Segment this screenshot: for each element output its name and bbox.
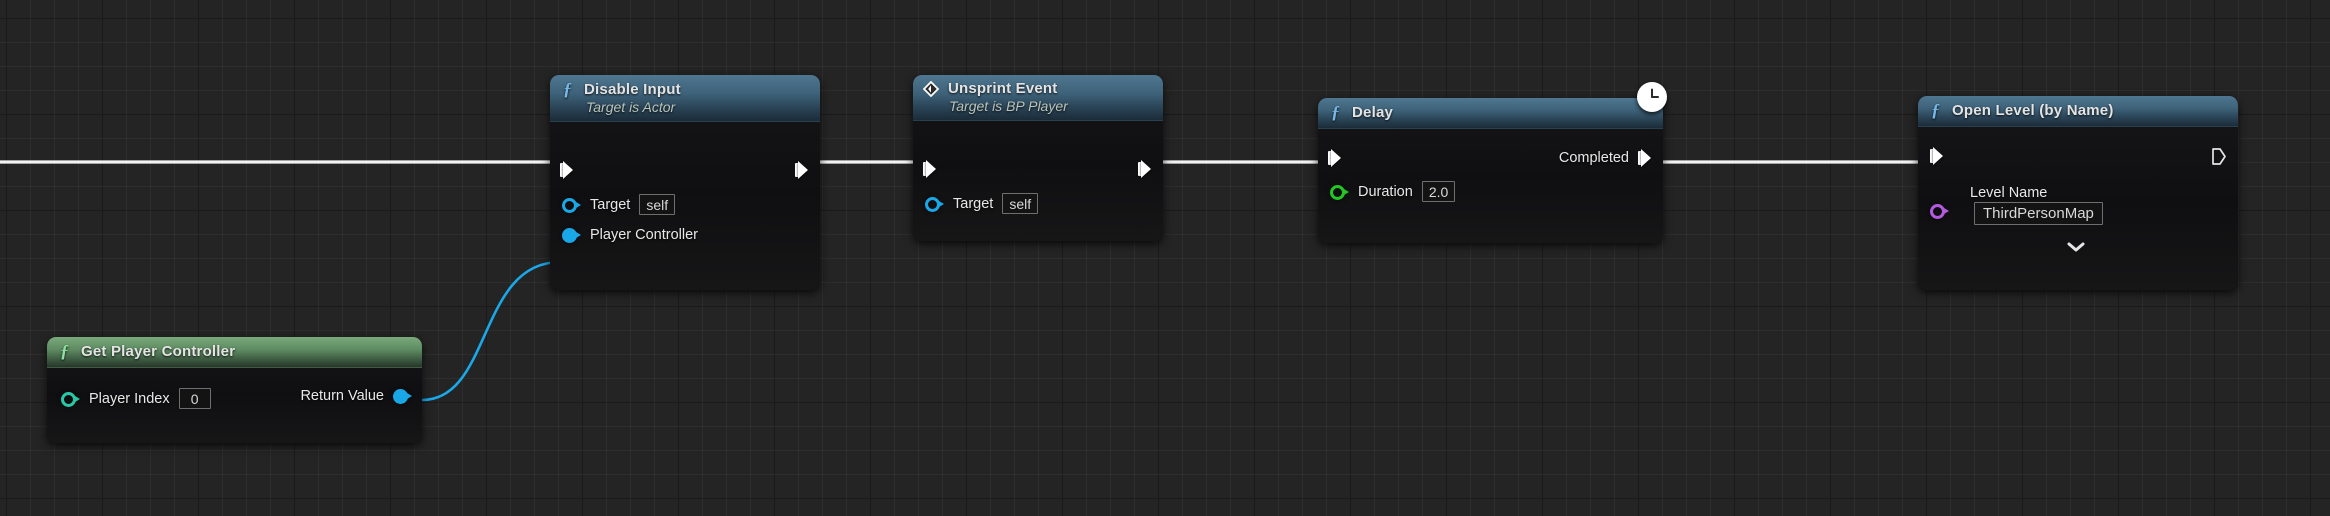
player-controller-pin[interactable] [562,228,581,243]
node-get-player-controller[interactable]: ƒ Get Player Controller Player Index 0 R… [47,337,422,443]
duration-value-field[interactable]: 2.0 [1421,181,1456,202]
function-f-icon: ƒ [60,341,69,361]
node-title-text: Open Level (by Name) [1952,101,2114,119]
chevron-down-icon[interactable] [2066,239,2086,256]
player-index-value-field[interactable]: 0 [178,388,211,409]
node-disable-input[interactable]: ƒ Disable Input Target is Actor Target s… [550,75,820,290]
target-pin[interactable] [562,197,581,213]
function-f-icon: ƒ [563,79,572,99]
node-title-bar[interactable]: ƒ Delay [1318,98,1663,129]
node-subtitle-text: Target is Actor [586,99,676,115]
exec-out-pin[interactable] [795,160,810,180]
exec-in-pin[interactable] [1328,148,1343,168]
event-diamond-icon [922,80,940,97]
node-subtitle-text: Target is BP Player [949,98,1068,114]
exec-out-completed-pin[interactable] [1638,148,1653,168]
node-unsprint-event[interactable]: Unsprint Event Target is BP Player Targe… [913,75,1163,241]
node-title-bar[interactable]: Unsprint Event Target is BP Player [913,75,1163,121]
target-value-field[interactable]: self [639,194,676,215]
exec-out-pin[interactable] [1138,159,1153,179]
node-title-bar[interactable]: ƒ Disable Input Target is Actor [550,75,820,122]
exec-in-pin[interactable] [923,159,938,179]
duration-pin[interactable] [1330,184,1349,200]
node-title-text: Unsprint Event [948,80,1058,97]
function-f-icon: ƒ [1931,100,1940,120]
level-name-pin[interactable] [1930,204,1949,219]
exec-in-pin[interactable] [1930,146,1945,166]
player-index-label: Player Index [89,390,170,407]
object-wire-controller [421,260,561,402]
target-label: Target [953,195,994,212]
node-title-text: Get Player Controller [81,342,236,360]
blueprint-graph-canvas[interactable]: ƒ Disable Input Target is Actor Target s… [0,0,2330,516]
clock-icon [1637,82,1667,112]
exec-out-pin[interactable] [2211,147,2226,166]
level-name-value-field[interactable]: ThirdPersonMap [1974,202,2103,225]
duration-label: Duration [1358,183,1413,200]
level-name-label: Level Name [1970,185,2048,201]
node-title-text: Disable Input [584,80,681,98]
node-delay[interactable]: ƒ Delay Completed Duration 2.0 [1318,98,1663,243]
node-title-bar[interactable]: ƒ Get Player Controller [47,337,422,368]
target-value-field[interactable]: self [1002,193,1039,214]
player-index-pin[interactable] [61,391,80,407]
target-pin[interactable] [925,196,944,212]
return-value-label: Return Value [300,388,384,404]
target-label: Target [590,196,631,213]
node-open-level-by-name[interactable]: ƒ Open Level (by Name) Level Name ThirdP… [1918,96,2238,290]
node-title-text: Delay [1352,103,1394,121]
function-f-icon: ƒ [1331,102,1340,122]
player-controller-label: Player Controller [590,227,698,243]
node-title-bar[interactable]: ƒ Open Level (by Name) [1918,96,2238,127]
return-value-pin[interactable] [393,389,412,404]
exec-in-pin[interactable] [560,160,575,180]
completed-label: Completed [1558,150,1629,166]
